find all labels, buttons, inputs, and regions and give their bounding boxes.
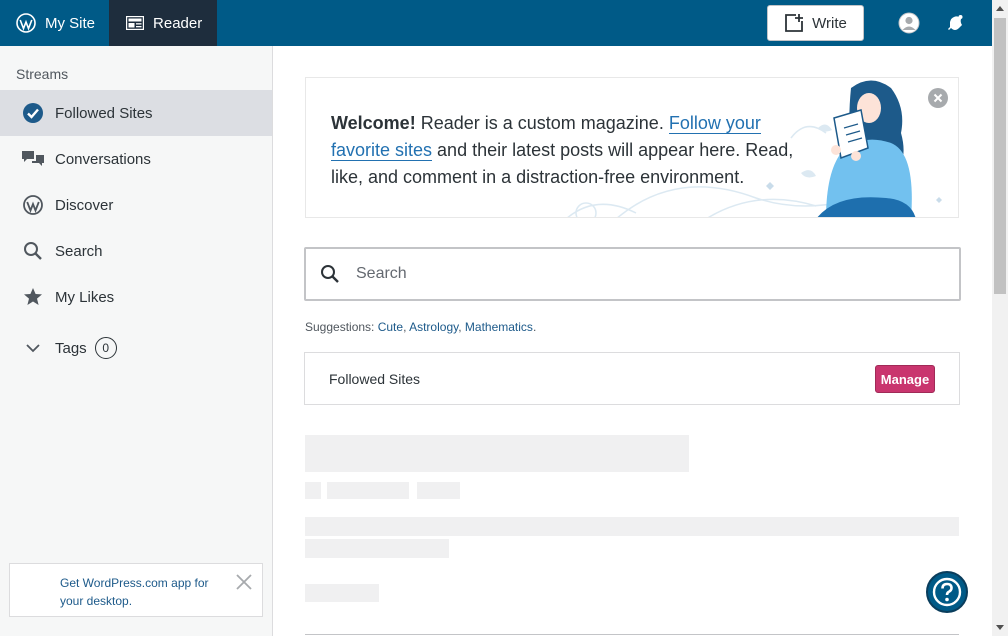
my-site-button[interactable]: My Site xyxy=(0,0,109,46)
welcome-bold: Welcome! xyxy=(331,113,416,133)
suggestions: Suggestions: Cute, Astrology, Mathematic… xyxy=(305,320,537,334)
check-circle-icon xyxy=(21,101,45,125)
question-icon xyxy=(932,577,962,607)
sidebar-item-label: Conversations xyxy=(55,150,151,168)
welcome-text-1: Reader is a custom magazine. xyxy=(415,113,669,133)
welcome-banner: Welcome! Reader is a custom magazine. Fo… xyxy=(305,77,959,218)
divider xyxy=(305,634,959,635)
chat-bubbles-icon xyxy=(21,147,45,171)
followed-sites-card: Followed Sites Manage xyxy=(304,352,960,405)
loading-placeholder xyxy=(417,482,460,499)
scroll-up-arrow-icon[interactable] xyxy=(992,0,1008,16)
suggestion-link-mathematics[interactable]: Mathematics xyxy=(465,320,533,334)
sidebar-item-label: Followed Sites xyxy=(55,104,153,122)
wordpress-icon xyxy=(16,13,36,33)
chevron-down-icon xyxy=(21,336,45,360)
sidebar-item-discover[interactable]: Discover xyxy=(0,182,272,228)
star-icon xyxy=(21,285,45,309)
scrollbar[interactable] xyxy=(992,0,1008,636)
loading-placeholder xyxy=(305,584,379,602)
welcome-message: Welcome! Reader is a custom magazine. Fo… xyxy=(331,110,801,191)
scrollbar-thumb[interactable] xyxy=(994,18,1006,294)
suggestion-link-astrology[interactable]: Astrology xyxy=(409,320,458,334)
loading-placeholder xyxy=(327,482,409,499)
help-button[interactable] xyxy=(926,571,968,613)
reader-button[interactable]: Reader xyxy=(109,0,218,46)
sidebar-item-followed-sites[interactable]: Followed Sites xyxy=(0,90,272,136)
sidebar-item-label: Discover xyxy=(55,196,114,214)
search-bar[interactable] xyxy=(304,247,961,301)
sidebar-item-search[interactable]: Search xyxy=(0,228,272,274)
avatar-icon xyxy=(898,12,920,34)
search-icon xyxy=(21,239,45,263)
suggestion-link-cute[interactable]: Cute xyxy=(378,320,403,334)
followed-sites-title: Followed Sites xyxy=(329,370,421,387)
main-content: Welcome! Reader is a custom magazine. Fo… xyxy=(274,46,992,636)
sidebar-item-label: Search xyxy=(55,242,103,260)
sidebar-item-my-likes[interactable]: My Likes xyxy=(0,274,272,320)
scroll-down-arrow-icon[interactable] xyxy=(992,620,1008,636)
close-icon[interactable] xyxy=(928,88,948,113)
masterbar: My Site Reader Write xyxy=(0,0,1008,46)
tags-count-badge: 0 xyxy=(94,337,117,359)
my-site-label: My Site xyxy=(45,14,96,32)
reader-icon xyxy=(126,16,145,30)
write-button[interactable]: Write xyxy=(767,5,864,41)
close-icon[interactable] xyxy=(236,574,252,595)
sidebar-item-conversations[interactable]: Conversations xyxy=(0,136,272,182)
manage-button[interactable]: Manage xyxy=(875,365,935,393)
streams-heading: Streams xyxy=(16,66,69,82)
new-post-icon xyxy=(785,14,804,32)
wordpress-icon xyxy=(21,193,45,217)
reader-label: Reader xyxy=(153,14,203,32)
loading-placeholder xyxy=(305,517,959,536)
sidebar: Streams Followed Sites Conversations Dis… xyxy=(0,46,273,636)
desktop-app-promo[interactable]: Get WordPress.com app for your desktop. xyxy=(9,563,263,617)
tags-label: Tags xyxy=(55,339,87,357)
sidebar-item-tags[interactable]: Tags 0 xyxy=(0,320,272,376)
bell-icon xyxy=(948,15,963,30)
loading-placeholder xyxy=(305,482,321,499)
search-input[interactable] xyxy=(356,265,916,283)
write-label: Write xyxy=(812,14,847,32)
notifications-button[interactable] xyxy=(932,0,978,46)
loading-placeholder xyxy=(305,539,449,558)
profile-button[interactable] xyxy=(886,0,932,46)
search-icon xyxy=(321,265,339,283)
loading-placeholder xyxy=(305,435,689,472)
app-promo-text: Get WordPress.com app for your desktop. xyxy=(60,576,209,608)
suggestions-label: Suggestions: xyxy=(305,320,378,334)
sidebar-item-label: My Likes xyxy=(55,288,115,306)
